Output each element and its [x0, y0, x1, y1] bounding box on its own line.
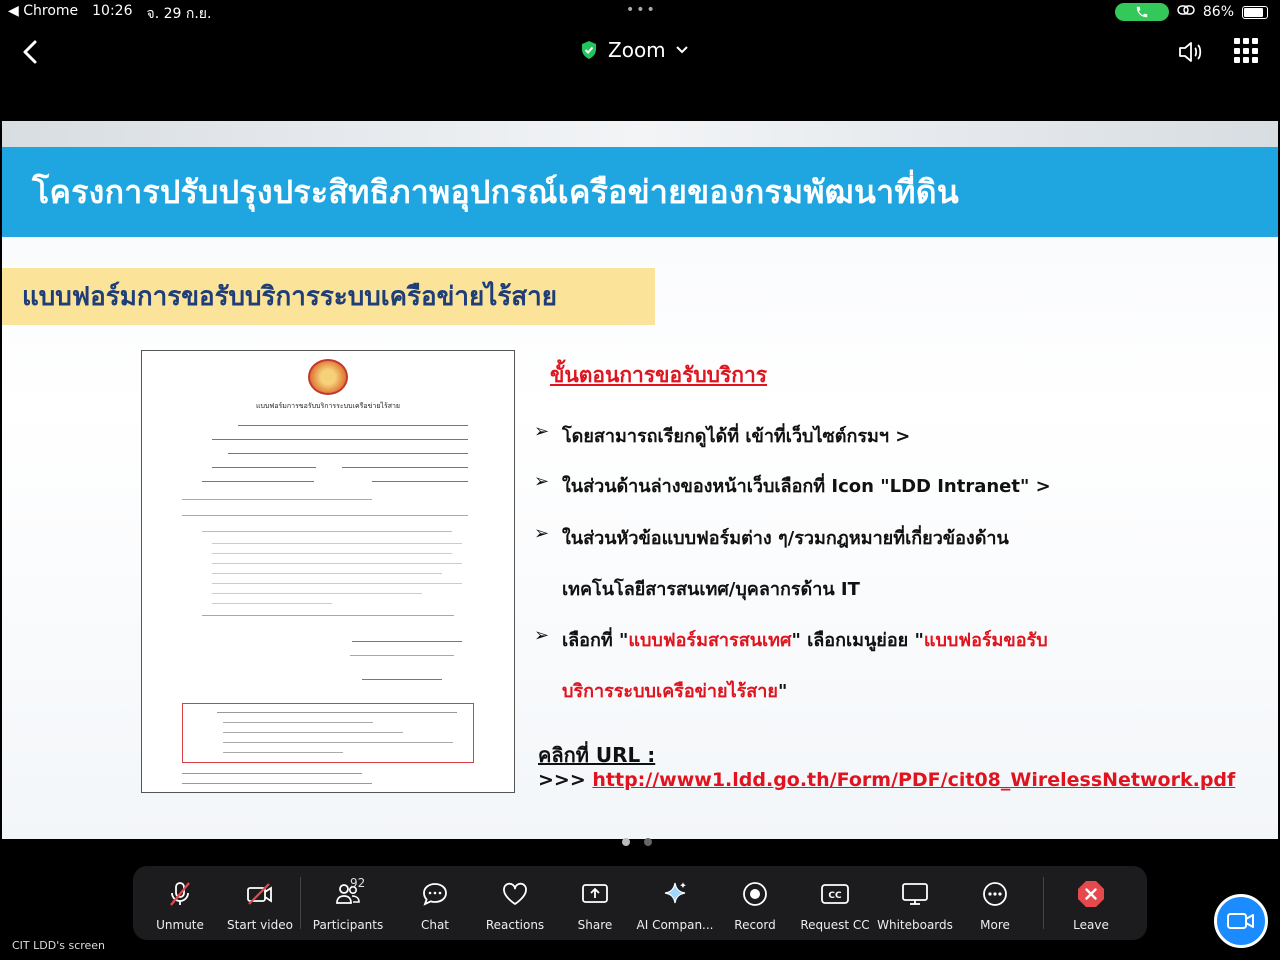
- closed-caption-icon: CC: [820, 879, 850, 909]
- status-date: จ. 29 ก.ย.: [146, 6, 212, 22]
- back-chevron-icon[interactable]: [16, 36, 44, 68]
- more-dots-icon: [980, 879, 1010, 909]
- unmute-button[interactable]: Unmute: [140, 866, 220, 940]
- more-button[interactable]: More: [955, 866, 1035, 940]
- record-icon: [740, 879, 770, 909]
- chat-bubble-icon: [420, 879, 450, 909]
- step-3-continued: เทคโนโลยีสารสนเทศ/บุคลากรด้าน IT: [562, 579, 860, 600]
- form-document-thumbnail: แบบฟอร์มการขอรับบริการระบบเครือข่ายไร้สา…: [141, 350, 515, 793]
- status-time: 10:26: [92, 3, 133, 19]
- slide-subtitle: แบบฟอร์มการขอรับบริการระบบเครือข่ายไร้สา…: [22, 282, 557, 312]
- video-camera-button[interactable]: [1214, 894, 1268, 948]
- request-cc-button[interactable]: CC Request CC: [795, 866, 875, 940]
- department-seal-icon: [308, 359, 348, 395]
- hotspot-icon: [1177, 4, 1195, 20]
- encryption-shield-icon: [582, 41, 596, 59]
- step-3: ➢ ในส่วนหัวข้อแบบฟอร์มต่าง ๆ/รวมกฎหมายที…: [534, 523, 1009, 549]
- participants-button[interactable]: 92 Participants: [301, 866, 395, 940]
- muted-mic-icon: [165, 879, 195, 909]
- page-dot[interactable]: [622, 838, 630, 846]
- battery-icon: [1242, 5, 1268, 19]
- video-off-icon: [245, 879, 275, 909]
- slide-title: โครงการปรับปรุงประสิทธิภาพอุปกรณ์เครือข่…: [32, 172, 960, 211]
- slide-top-strip: [2, 121, 1278, 147]
- status-bar: ◀ Chrome 10:26 จ. 29 ก.ย. ••• 86%: [0, 0, 1280, 24]
- url-label: คลิกที่ URL :: [538, 743, 656, 767]
- step-2: ➢ ในส่วนด้านล่างของหน้าเว็บเลือกที่ Icon…: [534, 471, 1051, 497]
- shared-screen-slide: โครงการปรับปรุงประสิทธิภาพอุปกรณ์เครือข่…: [2, 121, 1278, 839]
- whiteboard-icon: [900, 879, 930, 909]
- meeting-toolbar: Unmute Start video 92 Participants Chat …: [133, 866, 1147, 940]
- slide-subtitle-band: แบบฟอร์มการขอรับบริการระบบเครือข่ายไร้สา…: [2, 268, 655, 325]
- participants-count: 92: [350, 876, 366, 890]
- form-note-box: [182, 703, 474, 763]
- meeting-title-dropdown[interactable]: Zoom: [580, 38, 688, 62]
- form-heading: แบบฟอร์มการขอรับบริการระบบเครือข่ายไร้สา…: [255, 402, 401, 410]
- steps-title: ขั้นตอนการขอรับบริการ: [550, 363, 768, 387]
- whiteboards-button[interactable]: Whiteboards: [875, 866, 955, 940]
- active-call-icon[interactable]: [1114, 3, 1169, 21]
- start-video-button[interactable]: Start video: [220, 866, 300, 940]
- arrow-bullet-icon: ➢: [534, 471, 550, 492]
- heart-icon: [500, 879, 530, 909]
- page-dot[interactable]: [644, 838, 652, 846]
- sparkle-icon: [660, 879, 690, 909]
- leave-button[interactable]: Leave: [1044, 866, 1138, 940]
- apps-grid-icon[interactable]: [1234, 38, 1260, 64]
- slide-title-band: โครงการปรับปรุงประสิทธิภาพอุปกรณ์เครือข่…: [2, 147, 1278, 237]
- svg-text:CC: CC: [828, 891, 842, 901]
- back-to-app-link[interactable]: ◀ Chrome: [8, 3, 78, 25]
- step-4: ➢ เลือกที่ "แบบฟอร์มสารสนเทศ" เลือกเมนูย…: [534, 625, 1048, 651]
- battery-percent: 86%: [1202, 4, 1234, 20]
- share-screen-icon: [580, 879, 610, 909]
- step-4-continued: บริการระบบเครือข่ายไร้สาย": [562, 681, 788, 702]
- arrow-bullet-icon: ➢: [534, 421, 550, 442]
- arrow-bullet-icon: ➢: [534, 625, 550, 646]
- zoom-header: Zoom: [0, 24, 1280, 86]
- record-button[interactable]: Record: [715, 866, 795, 940]
- ai-companion-button[interactable]: AI Compan...: [635, 866, 715, 940]
- reactions-button[interactable]: Reactions: [475, 866, 555, 940]
- leave-icon: [1076, 879, 1106, 909]
- step-1: ➢ โดยสามารถเรียกดูได้ที่ เข้าที่เว็บไซต์…: [534, 421, 911, 447]
- multitask-dots-icon[interactable]: •••: [626, 2, 657, 18]
- chat-button[interactable]: Chat: [395, 866, 475, 940]
- share-button[interactable]: Share: [555, 866, 635, 940]
- form-pdf-link[interactable]: http://www1.ldd.go.th/Form/PDF/cit08_Wir…: [592, 769, 1235, 791]
- arrow-bullet-icon: ➢: [534, 523, 550, 544]
- video-camera-icon: [1227, 913, 1254, 929]
- app-title: Zoom: [608, 38, 666, 62]
- page-indicator[interactable]: [622, 838, 652, 846]
- url-line: >>> http://www1.ldd.go.th/Form/PDF/cit08…: [538, 769, 1236, 791]
- speaker-icon[interactable]: [1176, 38, 1204, 66]
- chevron-down-icon: [675, 46, 688, 54]
- shared-screen-owner-label: CIT LDD's screen: [12, 939, 106, 952]
